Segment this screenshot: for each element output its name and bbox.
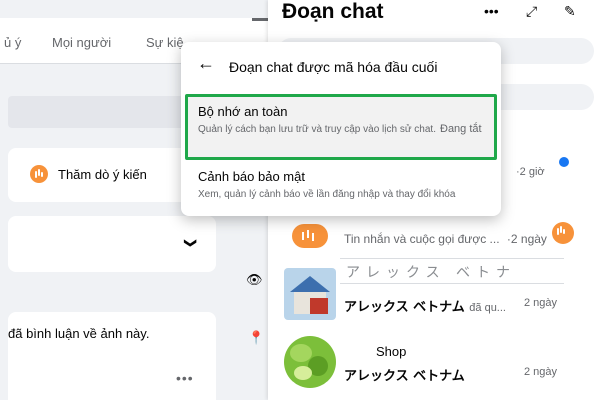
- option-description: Xem, quản lý cảnh báo về lần đăng nhập v…: [198, 189, 456, 200]
- chevron-down-icon[interactable]: ❯: [184, 238, 198, 248]
- compose-icon[interactable]: ✎: [564, 3, 576, 20]
- chat-title: Đoạn chat: [282, 0, 384, 23]
- tab-people[interactable]: Mọi người: [52, 35, 111, 50]
- poll-label: Thăm dò ý kiến: [58, 167, 147, 182]
- collapsible-card: ❯: [8, 216, 216, 272]
- contact-name[interactable]: アレックス ベトナム: [344, 365, 465, 384]
- location-pin-icon[interactable]: 📍: [248, 330, 264, 346]
- poll-avatar-icon: [292, 224, 328, 248]
- comment-card: đã bình luận về ảnh này. •••: [8, 312, 216, 400]
- tab-truncated[interactable]: ủ ý: [4, 35, 21, 50]
- leaf-shape: [294, 366, 312, 380]
- shop-label: Shop: [376, 344, 407, 359]
- chat-row-time: ·2 giờ: [516, 166, 545, 178]
- option-title: Cảnh báo bảo mật: [198, 169, 305, 184]
- chat-row-time: 2 ngày: [524, 366, 558, 378]
- eye-icon[interactable]: 👁: [246, 272, 263, 288]
- more-options-icon[interactable]: •••: [176, 370, 194, 386]
- back-arrow-icon[interactable]: ←: [197, 53, 215, 74]
- chat-row-preview-text: đã qu...: [469, 302, 506, 314]
- leaf-shape: [290, 344, 312, 362]
- secure-storage-option[interactable]: Bộ nhớ an toàn Quản lý cách bạn lưu trữ …: [185, 94, 497, 160]
- unread-dot-icon: [559, 157, 569, 167]
- comment-text: đã bình luận về ảnh này.: [8, 326, 150, 341]
- chat-row-preview-text: Tin nhắn và cuộc gọi được ...: [344, 232, 500, 246]
- house-roof-shape: [290, 276, 330, 292]
- option-status: Đang tắt: [440, 123, 482, 135]
- tab-events[interactable]: Sự kiệ: [146, 35, 184, 50]
- popup-header: ← Đoạn chat được mã hóa đầu cuối: [181, 42, 501, 90]
- chat-row-preview[interactable]: Tin nhắn và cuộc gọi được ... ·2 ngày: [344, 232, 547, 246]
- option-description: Quản lý cách bạn lưu trữ và truy cập vào…: [198, 124, 436, 135]
- security-alerts-option[interactable]: Cảnh báo bảo mật Xem, quản lý cảnh báo v…: [185, 164, 497, 208]
- expand-icon[interactable]: ⤢: [526, 3, 537, 20]
- chat-row-time: ·2 ngày: [506, 232, 547, 246]
- popup-title: Đoạn chat được mã hóa đầu cuối: [229, 59, 438, 75]
- green-leaf-avatar[interactable]: [284, 336, 336, 388]
- chat-row-time: 2 ngày: [524, 297, 558, 309]
- poll-icon: [30, 165, 48, 183]
- house-avatar[interactable]: [284, 268, 336, 320]
- poll-icon: [552, 222, 574, 244]
- chat-row-name[interactable]: アレックス ベトナム đã qu...: [344, 296, 506, 315]
- sale-sign-shape: [310, 298, 328, 314]
- chat-handle-banner: アレックス ベトナ: [340, 258, 564, 284]
- option-title: Bộ nhớ an toàn: [198, 104, 288, 119]
- encrypted-chat-settings-popup: ← Đoạn chat được mã hóa đầu cuối Bộ nhớ …: [181, 42, 501, 216]
- contact-name: アレックス ベトナム: [344, 300, 465, 315]
- options-icon[interactable]: •••: [484, 3, 499, 19]
